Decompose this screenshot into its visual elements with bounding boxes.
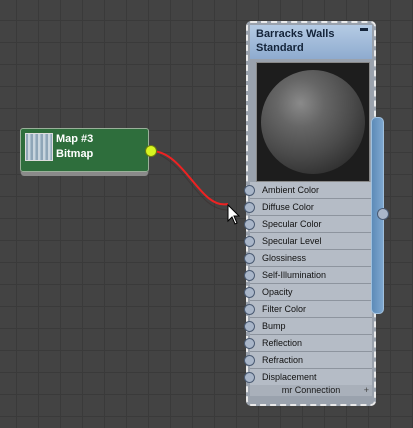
slot-label: Filter Color — [262, 304, 307, 314]
mouse-pointer-icon — [227, 204, 241, 225]
material-preview — [256, 62, 370, 182]
slot-label: Specular Color — [262, 219, 322, 229]
material-node-type: Standard — [256, 42, 304, 54]
slot-label: Displacement — [262, 372, 317, 382]
slot-label: Diffuse Color — [262, 202, 314, 212]
slot-specular-level[interactable]: Specular Level — [244, 233, 372, 250]
slot-displacement[interactable]: Displacement — [244, 369, 372, 386]
input-socket[interactable] — [244, 185, 255, 196]
mr-connection-rollout[interactable]: mr Connection + — [250, 385, 372, 396]
bitmap-node-footer — [21, 172, 148, 176]
slot-reflection[interactable]: Reflection — [244, 335, 372, 352]
slot-refraction[interactable]: Refraction — [244, 352, 372, 369]
slot-glossiness[interactable]: Glossiness — [244, 250, 372, 267]
input-socket[interactable] — [244, 287, 255, 298]
material-node-header[interactable]: Barracks Walls Standard — [250, 25, 372, 59]
bitmap-node-title: Map #3 — [56, 133, 94, 145]
bitmap-output-socket[interactable] — [145, 145, 157, 157]
collapse-icon[interactable] — [360, 28, 368, 31]
slot-label: Opacity — [262, 287, 293, 297]
slot-diffuse-color[interactable]: Diffuse Color — [244, 199, 372, 216]
slot-filter-color[interactable]: Filter Color — [244, 301, 372, 318]
material-node[interactable]: Barracks Walls Standard Ambient Color Di… — [244, 21, 376, 406]
input-socket[interactable] — [244, 236, 255, 247]
material-slot-list: Ambient Color Diffuse Color Specular Col… — [244, 182, 372, 386]
preview-sphere — [261, 70, 365, 174]
input-socket[interactable] — [244, 304, 255, 315]
slot-label: Ambient Color — [262, 185, 320, 195]
input-socket[interactable] — [244, 321, 255, 332]
slot-label: Self-Illumination — [262, 270, 327, 280]
slot-ambient-color[interactable]: Ambient Color — [244, 182, 372, 199]
slot-label: Reflection — [262, 338, 303, 348]
material-output-socket[interactable] — [377, 208, 389, 220]
input-socket[interactable] — [244, 372, 255, 383]
input-socket[interactable] — [244, 338, 255, 349]
input-socket[interactable] — [244, 202, 255, 213]
slot-self-illumination[interactable]: Self-Illumination — [244, 267, 372, 284]
slot-specular-color[interactable]: Specular Color — [244, 216, 372, 233]
slot-label: Refraction — [262, 355, 304, 365]
input-socket[interactable] — [244, 355, 255, 366]
slot-bump[interactable]: Bump — [244, 318, 372, 335]
bitmap-thumbnail — [25, 133, 53, 161]
input-socket[interactable] — [244, 219, 255, 230]
bitmap-node[interactable]: Map #3 Bitmap — [20, 128, 157, 176]
slot-label: Bump — [262, 321, 286, 331]
mr-connection-label: mr Connection — [281, 385, 341, 395]
input-socket[interactable] — [244, 270, 255, 281]
bitmap-node-type: Bitmap — [56, 148, 94, 160]
input-socket[interactable] — [244, 253, 255, 264]
slot-label: Specular Level — [262, 236, 322, 246]
slot-label: Glossiness — [262, 253, 307, 263]
material-node-title: Barracks Walls — [256, 28, 335, 40]
slot-opacity[interactable]: Opacity — [244, 284, 372, 301]
expand-plus-icon[interactable]: + — [364, 385, 369, 396]
